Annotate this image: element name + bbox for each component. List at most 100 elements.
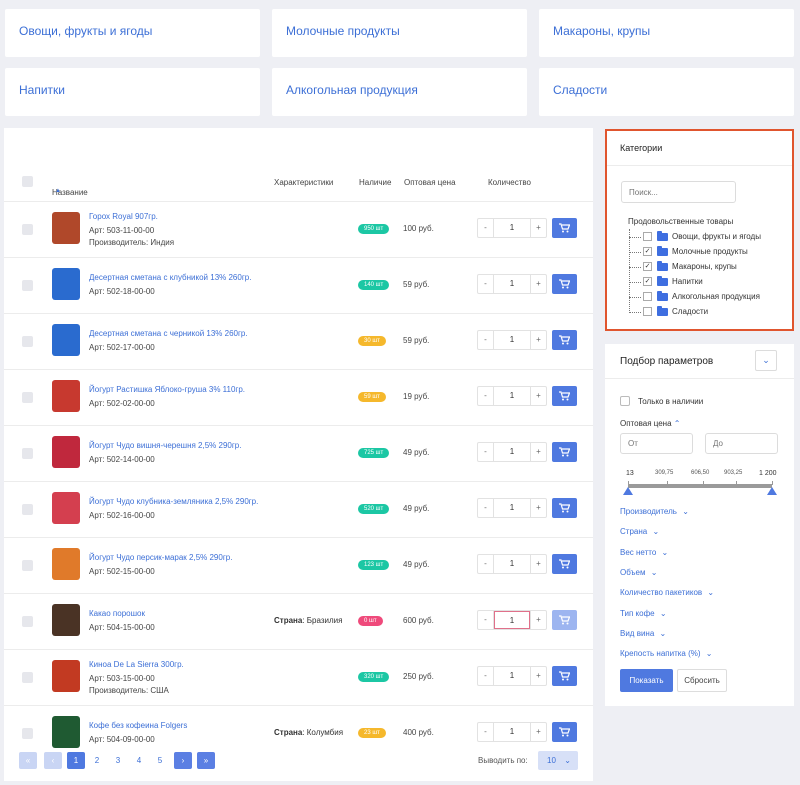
tree-item-checkbox[interactable]: ✓: [643, 247, 652, 256]
category-tile[interactable]: Макароны, крупы: [539, 9, 794, 57]
quantity-input[interactable]: 1: [494, 275, 530, 293]
decrement-button[interactable]: -: [478, 667, 494, 685]
increment-button[interactable]: +: [530, 443, 546, 461]
facet-toggle[interactable]: Вес нетто ⌄: [620, 548, 668, 557]
category-tile[interactable]: Алкогольная продукция: [272, 68, 527, 116]
product-thumbnail[interactable]: [52, 604, 80, 636]
product-name-link[interactable]: Киноа De La Sierra 300гр.: [89, 660, 184, 669]
page-button[interactable]: 3: [109, 752, 127, 769]
facet-toggle[interactable]: Страна ⌄: [620, 527, 659, 536]
category-tile[interactable]: Сладости: [539, 68, 794, 116]
facet-toggle[interactable]: Количество пакетиков ⌄: [620, 588, 714, 597]
decrement-button[interactable]: -: [478, 219, 494, 237]
facet-toggle[interactable]: Производитель ⌄: [620, 507, 689, 516]
product-thumbnail[interactable]: [52, 324, 80, 356]
category-tile[interactable]: Напитки: [5, 68, 260, 116]
increment-button[interactable]: +: [530, 499, 546, 517]
increment-button[interactable]: +: [530, 723, 546, 741]
facet-toggle[interactable]: Тип кофе ⌄: [620, 609, 667, 618]
select-all-checkbox[interactable]: [22, 176, 33, 187]
tree-item-checkbox[interactable]: [643, 232, 652, 241]
quantity-input[interactable]: 1: [494, 331, 530, 349]
last-page-button[interactable]: »: [197, 752, 215, 769]
row-checkbox[interactable]: [22, 560, 33, 571]
collapse-filter-button[interactable]: ⌄: [755, 350, 777, 371]
increment-button[interactable]: +: [530, 219, 546, 237]
facet-toggle[interactable]: Объем ⌄: [620, 568, 657, 577]
facet-toggle[interactable]: Вид вина ⌄: [620, 629, 666, 638]
add-to-cart-button[interactable]: [552, 722, 577, 742]
product-thumbnail[interactable]: [52, 268, 80, 300]
add-to-cart-button[interactable]: [552, 274, 577, 294]
product-name-link[interactable]: Йогурт Чудо клубника-земляника 2,5% 290г…: [89, 497, 258, 506]
increment-button[interactable]: +: [530, 555, 546, 573]
price-range-track[interactable]: [628, 484, 772, 488]
tree-item-checkbox[interactable]: [643, 307, 652, 316]
increment-button[interactable]: +: [530, 667, 546, 685]
show-button[interactable]: Показать: [620, 669, 673, 692]
quantity-input[interactable]: 1: [494, 387, 530, 405]
add-to-cart-button[interactable]: [552, 610, 577, 630]
add-to-cart-button[interactable]: [552, 498, 577, 518]
product-name-link[interactable]: Кофе без кофеина Folgers: [89, 721, 187, 730]
quantity-input[interactable]: 1: [494, 667, 530, 685]
decrement-button[interactable]: -: [478, 331, 494, 349]
product-thumbnail[interactable]: [52, 548, 80, 580]
category-tile[interactable]: Овощи, фрукты и ягоды: [5, 9, 260, 57]
price-filter-toggle[interactable]: Оптовая цена ⌃: [620, 419, 681, 428]
product-thumbnail[interactable]: [52, 492, 80, 524]
row-checkbox[interactable]: [22, 504, 33, 515]
category-tile-label[interactable]: Сладости: [553, 83, 607, 97]
category-tile-label[interactable]: Овощи, фрукты и ягоды: [19, 24, 152, 38]
row-checkbox[interactable]: [22, 448, 33, 459]
reset-button[interactable]: Сбросить: [677, 669, 727, 692]
product-name-link[interactable]: Горох Royal 907гр.: [89, 212, 158, 221]
category-tile-label[interactable]: Макароны, крупы: [553, 24, 650, 38]
first-page-button[interactable]: «: [19, 752, 37, 769]
product-name-link[interactable]: Десертная сметана с черникой 13% 260гр.: [89, 329, 248, 338]
row-checkbox[interactable]: [22, 224, 33, 235]
category-tile-label[interactable]: Молочные продукты: [286, 24, 400, 38]
product-thumbnail[interactable]: [52, 380, 80, 412]
add-to-cart-button[interactable]: [552, 554, 577, 574]
increment-button[interactable]: +: [530, 275, 546, 293]
quantity-input[interactable]: 1: [494, 499, 530, 517]
add-to-cart-button[interactable]: [552, 330, 577, 350]
row-checkbox[interactable]: [22, 728, 33, 739]
tree-root-label[interactable]: Продовольственные товары: [628, 217, 733, 226]
category-tile[interactable]: Молочные продукты: [272, 9, 527, 57]
only-in-stock-checkbox[interactable]: [620, 396, 630, 406]
add-to-cart-button[interactable]: [552, 442, 577, 462]
price-from-input[interactable]: [620, 433, 693, 454]
decrement-button[interactable]: -: [478, 611, 494, 629]
product-thumbnail[interactable]: [52, 660, 80, 692]
row-checkbox[interactable]: [22, 392, 33, 403]
per-page-select[interactable]: 10 ⌄: [538, 751, 578, 770]
quantity-input[interactable]: 1: [494, 555, 530, 573]
tree-item-checkbox[interactable]: ✓: [643, 277, 652, 286]
product-thumbnail[interactable]: [52, 716, 80, 748]
category-search-input[interactable]: [621, 181, 736, 203]
row-checkbox[interactable]: [22, 280, 33, 291]
page-button[interactable]: 4: [130, 752, 148, 769]
product-name-link[interactable]: Десертная сметана с клубникой 13% 260гр.: [89, 273, 251, 282]
product-thumbnail[interactable]: [52, 212, 80, 244]
increment-button[interactable]: +: [530, 331, 546, 349]
decrement-button[interactable]: -: [478, 443, 494, 461]
decrement-button[interactable]: -: [478, 555, 494, 573]
tree-item-checkbox[interactable]: [643, 292, 652, 301]
row-checkbox[interactable]: [22, 336, 33, 347]
range-min-handle[interactable]: [623, 487, 633, 495]
product-thumbnail[interactable]: [52, 436, 80, 468]
decrement-button[interactable]: -: [478, 275, 494, 293]
category-tile-label[interactable]: Напитки: [19, 83, 65, 97]
increment-button[interactable]: +: [530, 611, 546, 629]
decrement-button[interactable]: -: [478, 387, 494, 405]
quantity-input[interactable]: 1: [494, 611, 530, 629]
product-name-link[interactable]: Йогурт Чудо вишня-черешня 2,5% 290гр.: [89, 441, 241, 450]
tree-item-checkbox[interactable]: ✓: [643, 262, 652, 271]
quantity-input[interactable]: 1: [494, 219, 530, 237]
product-name-link[interactable]: Йогурт Растишка Яблоко-груша 3% 110гр.: [89, 385, 245, 394]
facet-toggle[interactable]: Крепость напитка (%) ⌄: [620, 649, 712, 658]
quantity-input[interactable]: 1: [494, 723, 530, 741]
